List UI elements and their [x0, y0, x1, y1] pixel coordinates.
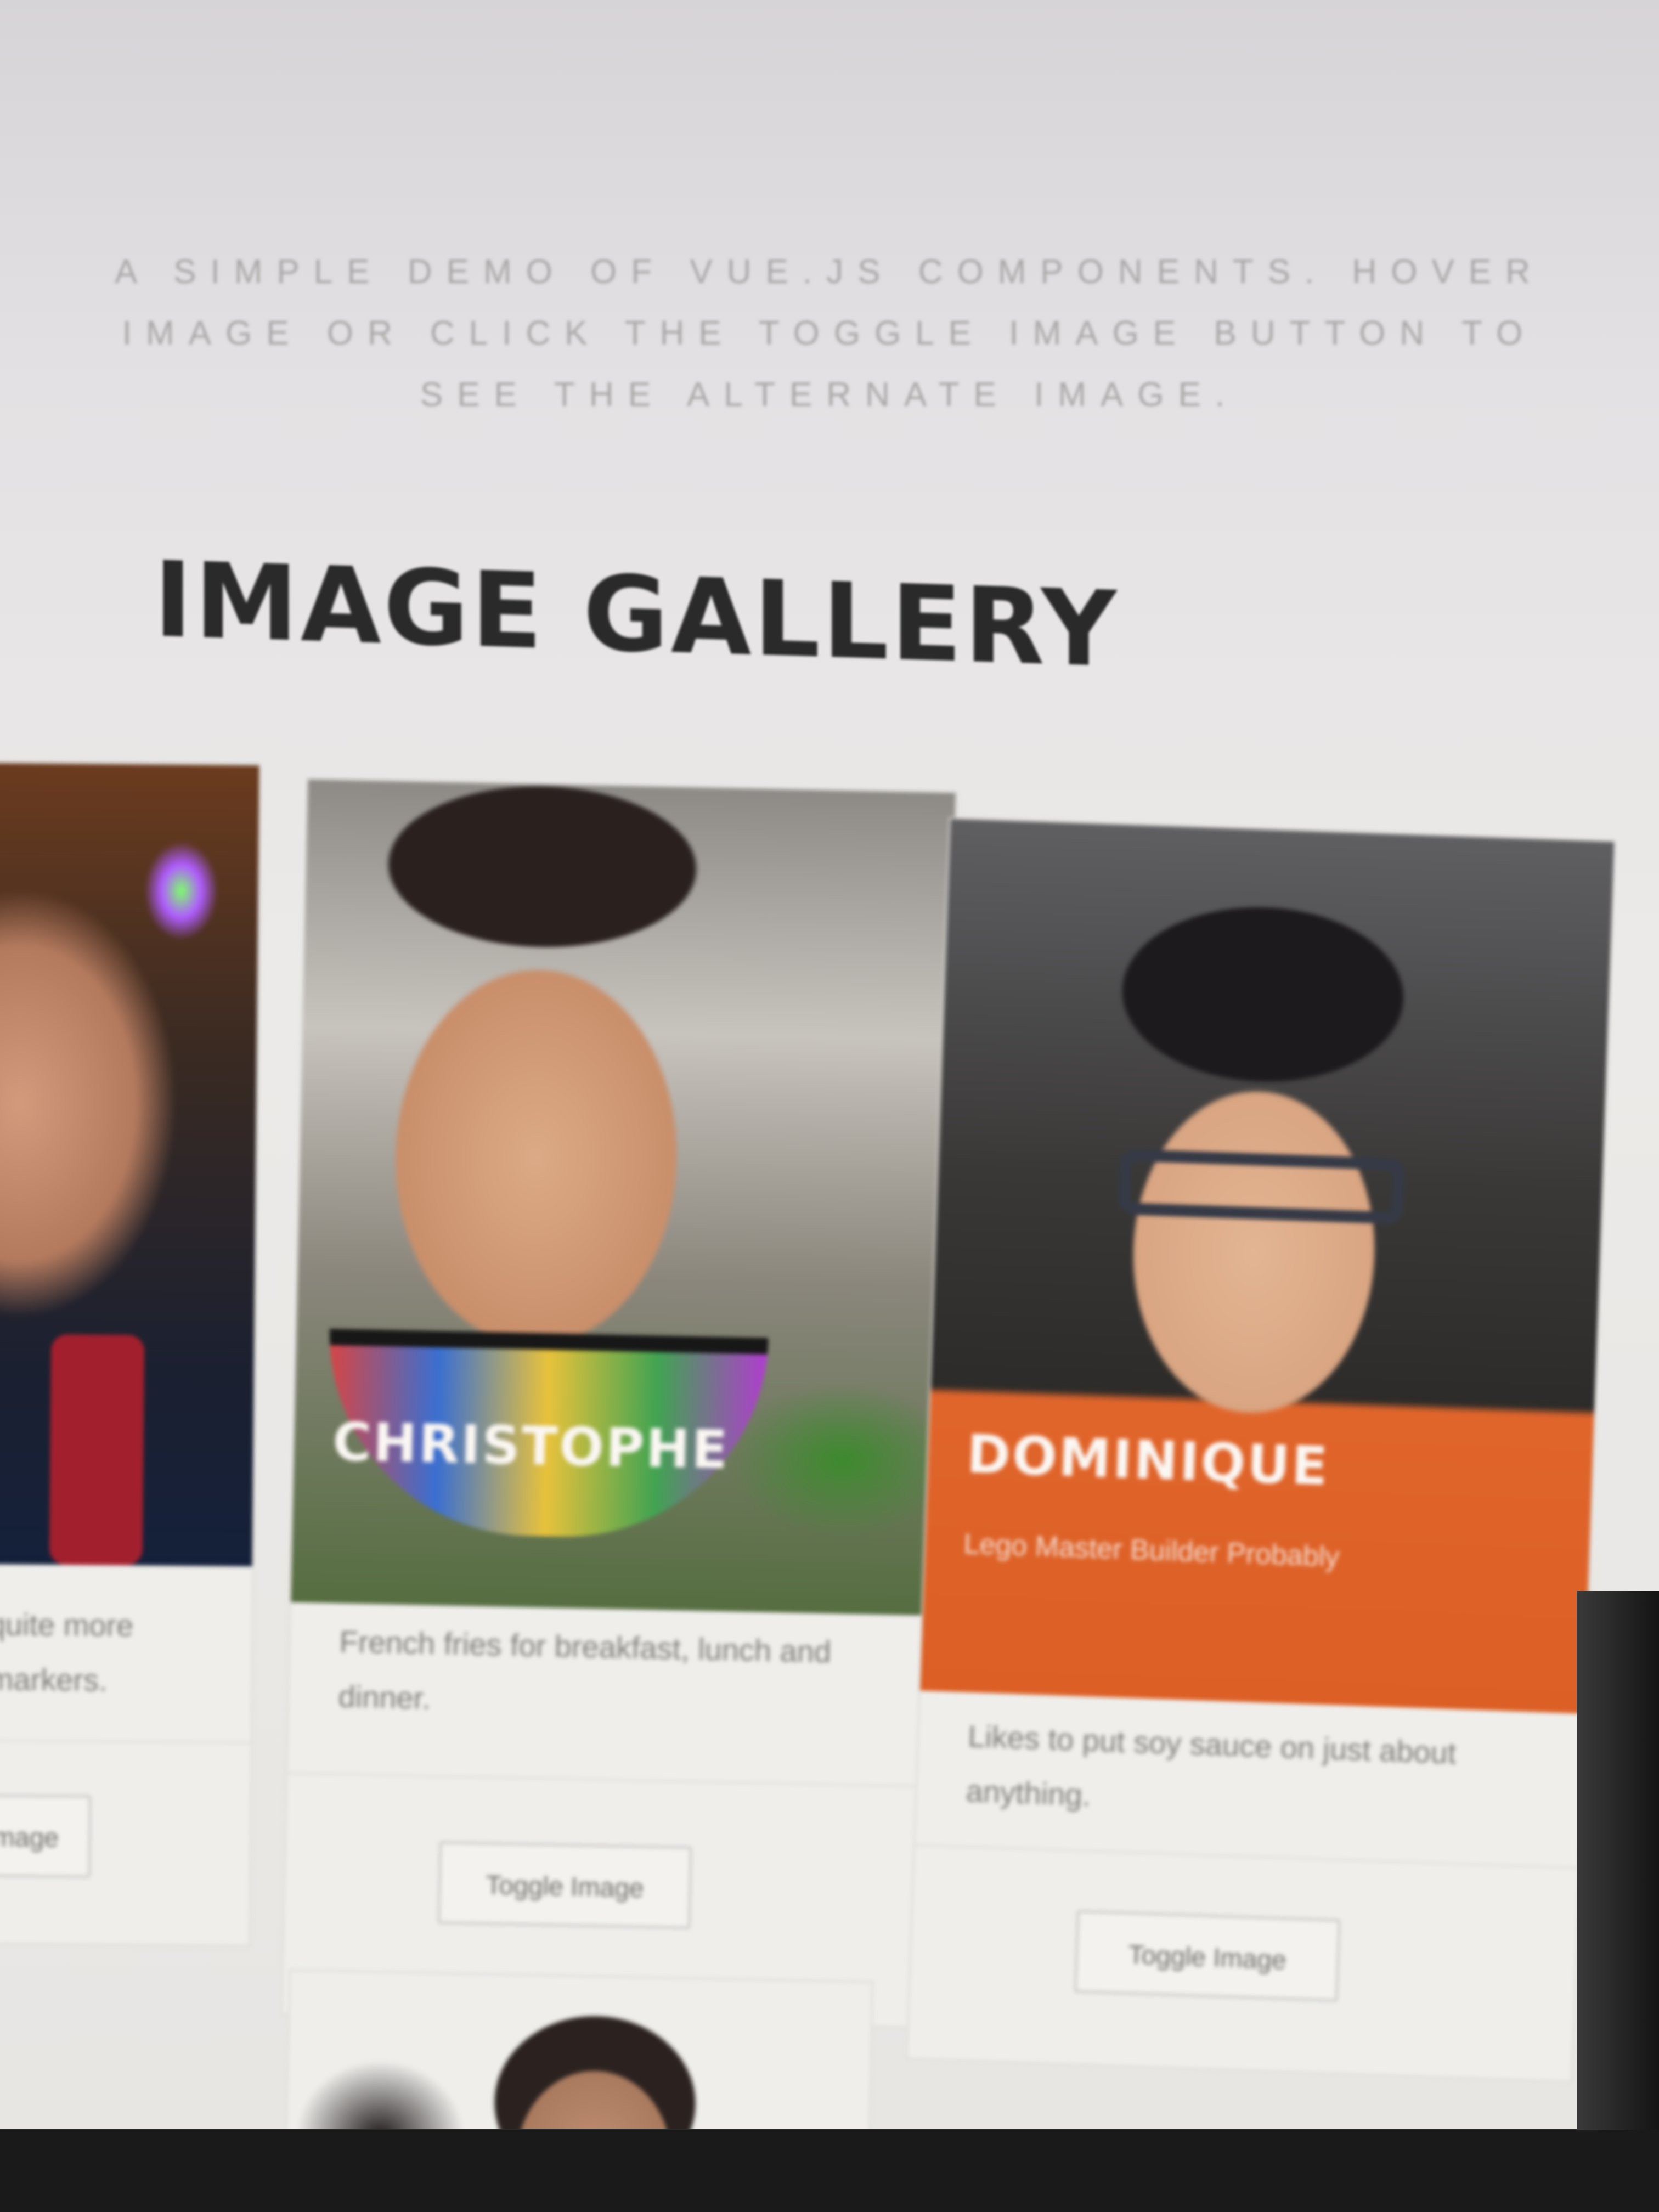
- card-divider: [0, 1739, 251, 1744]
- card-description: French fries for breakfast, lunch and di…: [338, 1624, 832, 1716]
- intro-text: A SIMPLE DEMO OF VUE.JS COMPONENTS. HOVE…: [0, 241, 1659, 426]
- gallery-card-christophe: CHRISTOPHE French fries for breakfast, l…: [280, 777, 957, 2029]
- gallery-card-dominique: DOMINIQUE Lego Master Builder Probably L…: [905, 817, 1616, 2083]
- monitor-bezel-bottom: [0, 2130, 1659, 2212]
- gallery-card: quite more markers. Image: [0, 761, 261, 1947]
- card-name: CHRISTOPHE: [332, 1411, 730, 1481]
- card-divider: [287, 1772, 935, 1788]
- toggle-image-button[interactable]: Toggle Image: [1074, 1910, 1341, 2002]
- card-photo[interactable]: CHRISTOPHE: [291, 779, 956, 1616]
- card-photo[interactable]: DOMINIQUE Lego Master Builder Probably: [920, 819, 1615, 1714]
- card-photo[interactable]: [283, 1970, 872, 2129]
- glasses: [1118, 1148, 1406, 1224]
- card-description: quite more markers.: [0, 1606, 134, 1697]
- intro-line-2: IMAGE OR CLICK THE TOGGLE IMAGE BUTTON T…: [122, 314, 1537, 352]
- browser-viewport: A SIMPLE DEMO OF VUE.JS COMPONENTS. HOVE…: [0, 0, 1659, 2129]
- gallery-card: [281, 1968, 874, 2129]
- backpack-strap: [49, 1334, 145, 1566]
- card-tagline: Lego Master Builder Probably: [963, 1528, 1340, 1573]
- card-description: Likes to put soy sauce on just about any…: [965, 1718, 1457, 1813]
- intro-line-1: A SIMPLE DEMO OF VUE.JS COMPONENTS. HOVE…: [115, 253, 1544, 291]
- toggle-image-button[interactable]: Image: [0, 1794, 91, 1878]
- card-photo[interactable]: [0, 763, 259, 1567]
- toggle-image-button[interactable]: Toggle Image: [438, 1841, 692, 1929]
- intro-line-3: SEE THE ALTERNATE IMAGE.: [420, 376, 1239, 414]
- card-name: DOMINIQUE: [966, 1423, 1330, 1498]
- gallery-title: IMAGE GALLERY: [154, 539, 1119, 691]
- card-divider: [915, 1844, 1578, 1869]
- monitor-bezel: [1577, 1591, 1659, 2212]
